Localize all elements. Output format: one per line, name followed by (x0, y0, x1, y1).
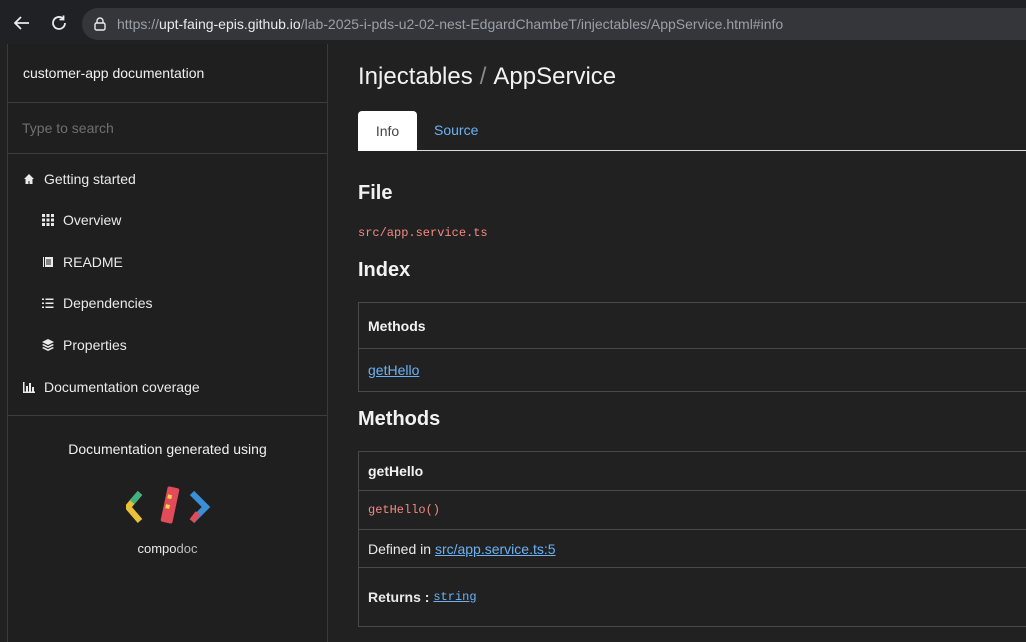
tab-source[interactable]: Source (434, 122, 478, 138)
table-row: getHello (359, 349, 1026, 391)
address-bar[interactable]: https://upt-faing-epis.github.io/lab-202… (82, 8, 1026, 40)
wordmark-light: doc (176, 541, 198, 556)
menu-item-properties[interactable]: Properties (41, 337, 127, 353)
method-name: getHello (359, 452, 1026, 491)
menu-item-getting-started[interactable]: Getting started (22, 171, 136, 187)
sidebar: customer-app documentation Type to searc… (8, 44, 328, 642)
breadcrumb-section[interactable]: Injectables (358, 63, 473, 90)
back-arrow-icon (13, 16, 29, 30)
menu-item-overview[interactable]: Overview (41, 212, 121, 228)
defined-in-label: Defined in (368, 540, 432, 557)
methods-heading: Methods (358, 408, 441, 430)
generated-using-text: Documentation generated using (68, 441, 267, 457)
back-button[interactable] (9, 10, 35, 36)
url-path: /lab-2025-i-pds-u2-02-nest-EdgardChambeT… (300, 16, 784, 32)
reload-icon (52, 15, 66, 30)
table-row: Returns : string (359, 568, 1026, 626)
home-icon (22, 172, 36, 186)
menu-item-label: Properties (63, 337, 127, 353)
menu-item-label: Getting started (44, 171, 136, 187)
wordmark-bold: compo (137, 541, 177, 556)
table-row: getHello() (359, 491, 1026, 530)
table-header: Methods (359, 303, 1026, 349)
method-link-gethello[interactable]: getHello (368, 362, 419, 378)
divider (8, 415, 327, 416)
breadcrumb-separator: / (479, 63, 487, 90)
defined-in-link[interactable]: src/app.service.ts:5 (435, 541, 556, 557)
menu-item-dependencies[interactable]: Dependencies (41, 295, 153, 311)
page-title: AppService (493, 63, 617, 90)
return-type-link[interactable]: string (433, 590, 476, 604)
menu-item-documentation-coverage[interactable]: Documentation coverage (22, 379, 200, 395)
breadcrumb: Injectables / AppService (358, 63, 616, 91)
menu-item-label: Documentation coverage (44, 379, 200, 395)
tab-info[interactable]: Info (358, 111, 417, 151)
main-content: Injectables / AppService Info Source File … (358, 44, 1026, 642)
menu-item-label: README (63, 254, 123, 270)
method-table: getHello getHello() Defined in src/app.s… (358, 451, 1026, 627)
search-input[interactable]: Type to search (22, 120, 114, 136)
menu-item-label: Overview (63, 212, 122, 228)
index-table: Methods getHello (358, 302, 1026, 392)
url-scheme: https:// (117, 16, 160, 32)
url-text: https://upt-faing-epis.github.io/lab-202… (117, 16, 783, 32)
reload-button[interactable] (46, 10, 72, 36)
compodoc-wordmark: compodoc (8, 541, 327, 556)
menu-item-label: Dependencies (63, 295, 153, 311)
browser-toolbar: https://upt-faing-epis.github.io/lab-202… (0, 0, 1026, 46)
sidebar-title[interactable]: customer-app documentation (23, 65, 204, 81)
book-icon (41, 255, 55, 269)
tab-bar: Info Source (358, 111, 1026, 151)
returns-label: Returns : (368, 589, 430, 605)
table-row: Defined in src/app.service.ts:5 (359, 530, 1026, 568)
divider (8, 153, 327, 154)
menu-item-readme[interactable]: README (41, 254, 123, 270)
index-heading: Index (358, 259, 411, 281)
file-path: src/app.service.ts (358, 226, 488, 240)
url-host: upt-faing-epis.github.io (159, 16, 301, 32)
divider (8, 102, 327, 103)
list-icon (41, 296, 55, 310)
layers-icon (41, 338, 55, 352)
method-signature: getHello() (368, 503, 441, 517)
grid-icon (41, 213, 55, 227)
bar-chart-icon (22, 380, 36, 394)
file-heading: File (358, 182, 393, 204)
site-info-icon[interactable] (92, 16, 108, 32)
page: customer-app documentation Type to searc… (7, 44, 1026, 642)
